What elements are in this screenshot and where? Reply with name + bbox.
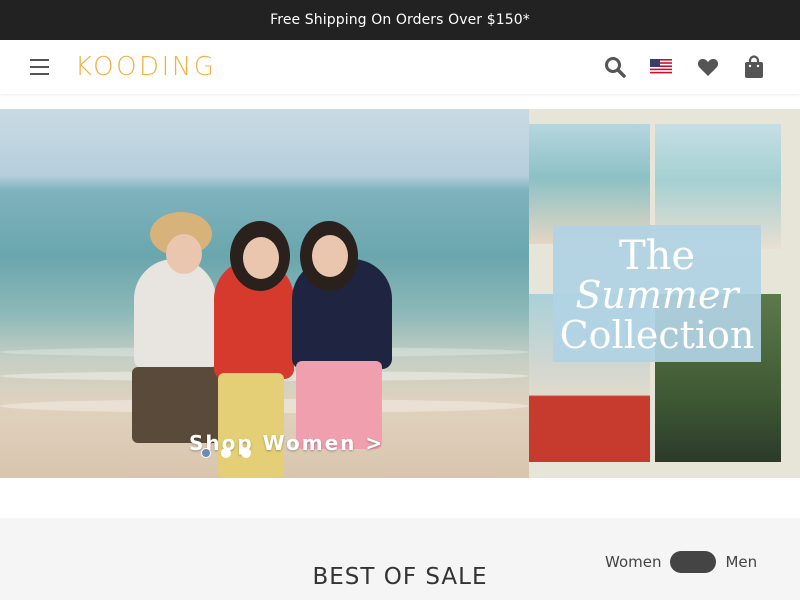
hero-beach-photo[interactable]: Shop Women >: [0, 109, 529, 478]
hero-banner[interactable]: Shop Women > The Summer Collection: [0, 109, 800, 478]
summer-collection-panel[interactable]: The Summer Collection: [529, 109, 800, 478]
menu-icon[interactable]: [28, 57, 52, 77]
announcement-text: Free Shipping On Orders Over $150*: [270, 12, 530, 28]
toggle-women-label[interactable]: Women: [605, 553, 661, 571]
site-header: KOODING: [0, 40, 800, 94]
search-icon[interactable]: [602, 54, 628, 80]
carousel-dot-2[interactable]: [221, 448, 231, 458]
summer-collection-title: The Summer Collection: [553, 225, 761, 362]
carousel-dots: [201, 448, 251, 458]
announcement-bar: Free Shipping On Orders Over $150*: [0, 0, 800, 40]
toggle-men-label[interactable]: Men: [725, 553, 757, 571]
shopping-bag-icon[interactable]: [741, 54, 767, 80]
us-flag-icon[interactable]: [649, 58, 673, 76]
gender-switch[interactable]: [670, 551, 717, 573]
gender-toggle: Women Men: [605, 551, 757, 573]
carousel-dot-3[interactable]: [241, 448, 251, 458]
best-of-sale-section: BEST OF SALE Women Men: [0, 518, 800, 600]
heart-icon[interactable]: [695, 54, 721, 80]
brand-logo[interactable]: KOODING: [75, 52, 216, 82]
carousel-dot-1[interactable]: [201, 448, 211, 458]
